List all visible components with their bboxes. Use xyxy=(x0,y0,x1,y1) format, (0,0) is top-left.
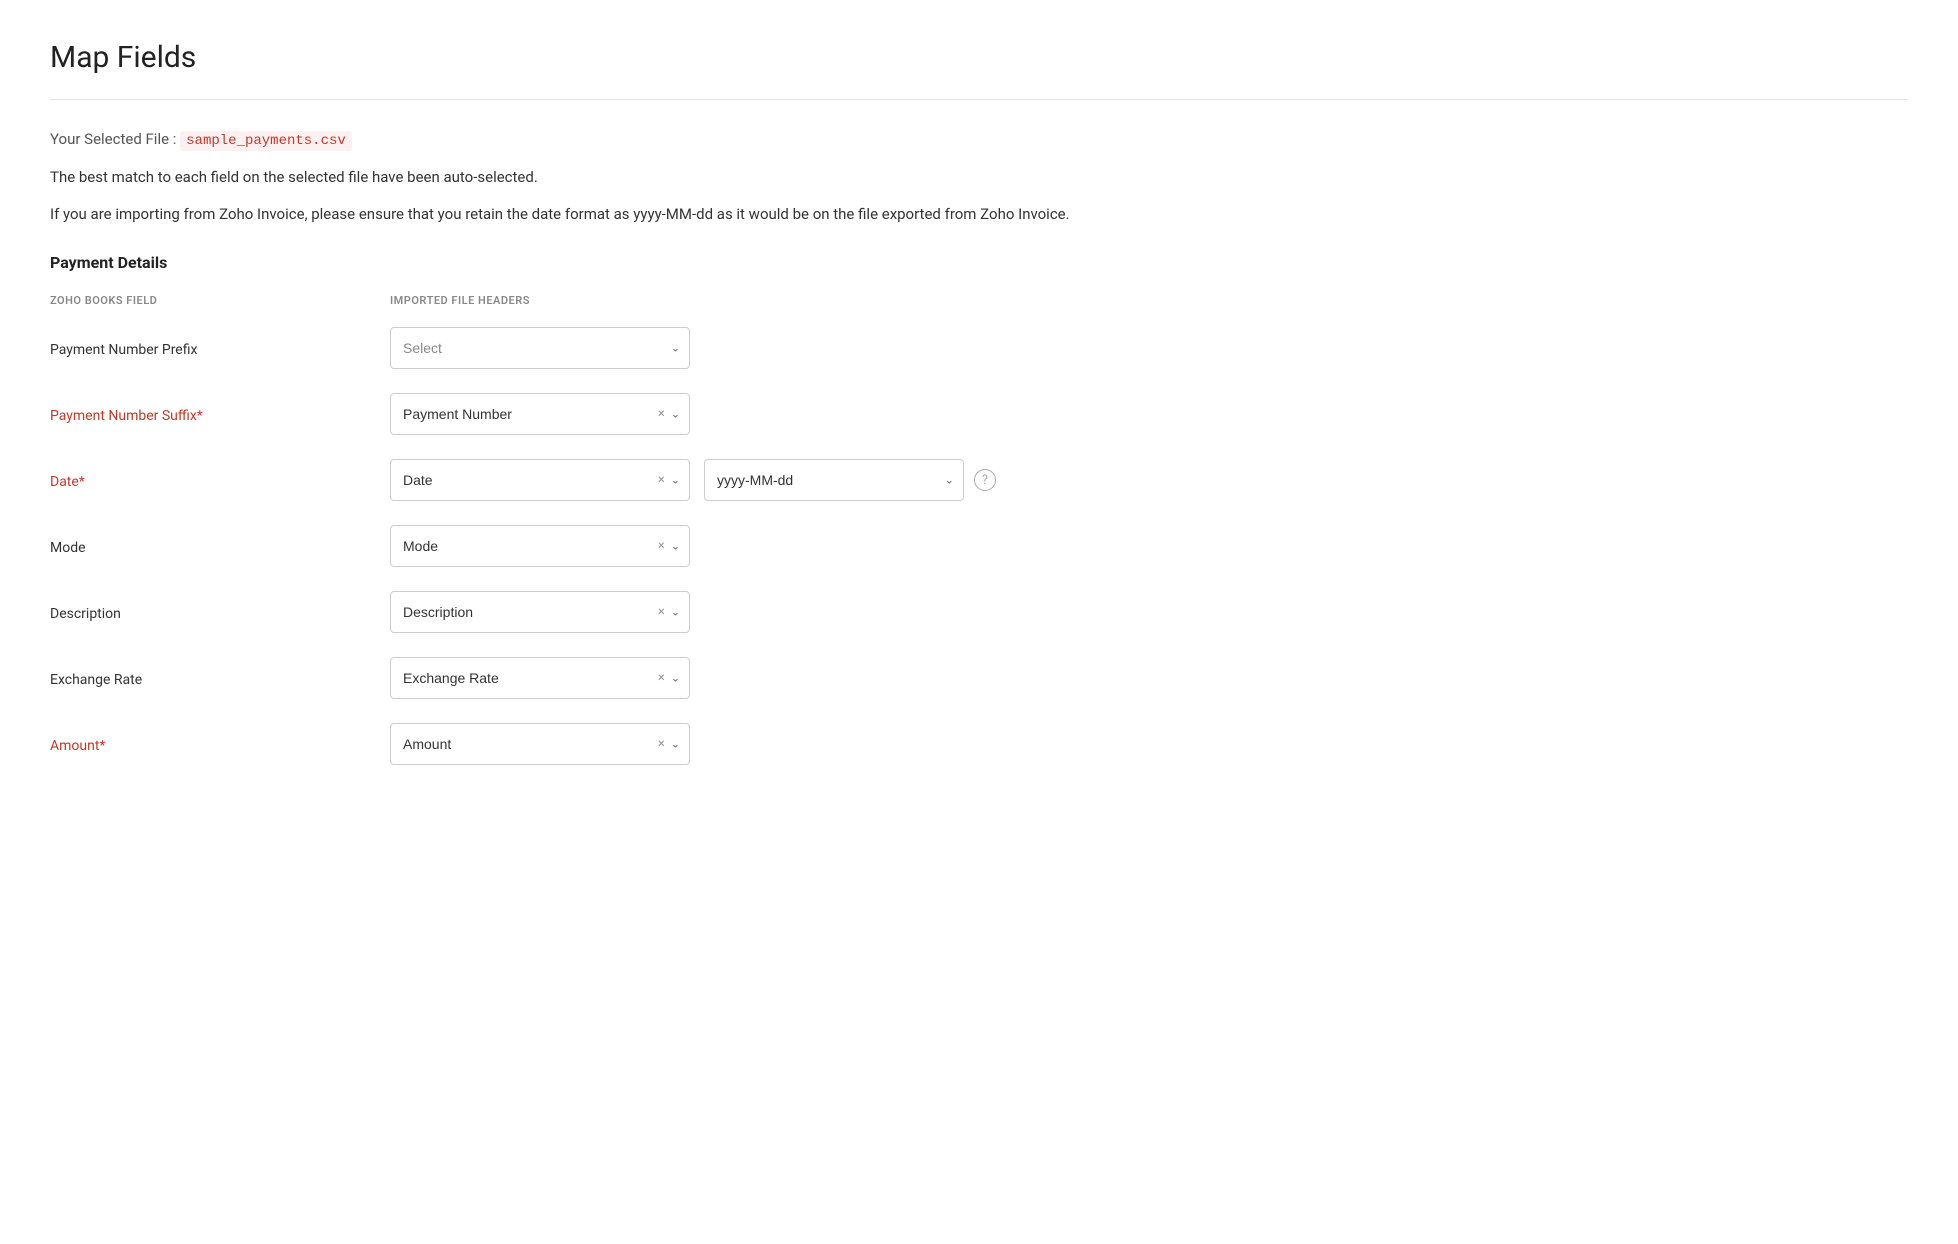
field-row: Exchange RateSelectExchange Rate×⌄ xyxy=(50,653,1908,703)
clear-icon-6[interactable]: × xyxy=(658,737,665,752)
field-row: Amount*SelectAmount×⌄ xyxy=(50,719,1908,769)
field-label-2: Date* xyxy=(50,470,390,490)
field-select-2[interactable]: SelectDate xyxy=(390,459,690,501)
select-wrapper-3: SelectMode×⌄ xyxy=(390,525,690,567)
selected-file-info: Your Selected File : sample_payments.csv xyxy=(50,128,1908,152)
select-wrapper-2: SelectDate×⌄ xyxy=(390,459,690,501)
field-label-5: Exchange Rate xyxy=(50,668,390,688)
field-label-0: Payment Number Prefix xyxy=(50,338,390,358)
select-wrapper-5: SelectExchange Rate×⌄ xyxy=(390,657,690,699)
field-row: Date*SelectDate×⌄ yyyy-MM-dd⌄? xyxy=(50,455,1908,505)
field-label-1: Payment Number Suffix* xyxy=(50,404,390,424)
date-format-wrapper: yyyy-MM-dd⌄ xyxy=(704,459,964,501)
info-text-1: The best match to each field on the sele… xyxy=(50,166,1908,189)
clear-icon-2[interactable]: × xyxy=(658,473,665,488)
field-label-3: Mode xyxy=(50,536,390,556)
field-row: Payment Number PrefixSelect⌄ xyxy=(50,323,1908,373)
field-select-0[interactable]: Select xyxy=(390,327,690,369)
section-title: Payment Details xyxy=(50,253,1908,272)
clear-icon-5[interactable]: × xyxy=(658,671,665,686)
col-header-books-field: ZOHO BOOKS FIELD xyxy=(50,294,390,307)
field-select-6[interactable]: SelectAmount xyxy=(390,723,690,765)
column-headers: ZOHO BOOKS FIELD IMPORTED FILE HEADERS xyxy=(50,294,1908,307)
field-row: DescriptionSelectDescription×⌄ xyxy=(50,587,1908,637)
info-text-2: If you are importing from Zoho Invoice, … xyxy=(50,203,1908,226)
field-select-1[interactable]: SelectPayment Number xyxy=(390,393,690,435)
field-label-4: Description xyxy=(50,602,390,622)
clear-icon-3[interactable]: × xyxy=(658,539,665,554)
page-title: Map Fields xyxy=(50,40,1908,75)
field-row: ModeSelectMode×⌄ xyxy=(50,521,1908,571)
field-select-4[interactable]: SelectDescription xyxy=(390,591,690,633)
field-label-6: Amount* xyxy=(50,734,390,754)
help-icon[interactable]: ? xyxy=(974,469,996,491)
select-wrapper-4: SelectDescription×⌄ xyxy=(390,591,690,633)
title-divider xyxy=(50,99,1908,100)
file-name: sample_payments.csv xyxy=(180,131,352,151)
select-wrapper-1: SelectPayment Number×⌄ xyxy=(390,393,690,435)
col-header-imported-headers: IMPORTED FILE HEADERS xyxy=(390,294,730,307)
file-label: Your Selected File : xyxy=(50,130,176,148)
date-format-select[interactable]: yyyy-MM-dd xyxy=(704,459,964,501)
field-row: Payment Number Suffix*SelectPayment Numb… xyxy=(50,389,1908,439)
select-wrapper-6: SelectAmount×⌄ xyxy=(390,723,690,765)
field-select-5[interactable]: SelectExchange Rate xyxy=(390,657,690,699)
fields-container: Payment Number PrefixSelect⌄Payment Numb… xyxy=(50,323,1908,769)
clear-icon-1[interactable]: × xyxy=(658,407,665,422)
select-wrapper-0: Select⌄ xyxy=(390,327,690,369)
clear-icon-4[interactable]: × xyxy=(658,605,665,620)
field-select-3[interactable]: SelectMode xyxy=(390,525,690,567)
